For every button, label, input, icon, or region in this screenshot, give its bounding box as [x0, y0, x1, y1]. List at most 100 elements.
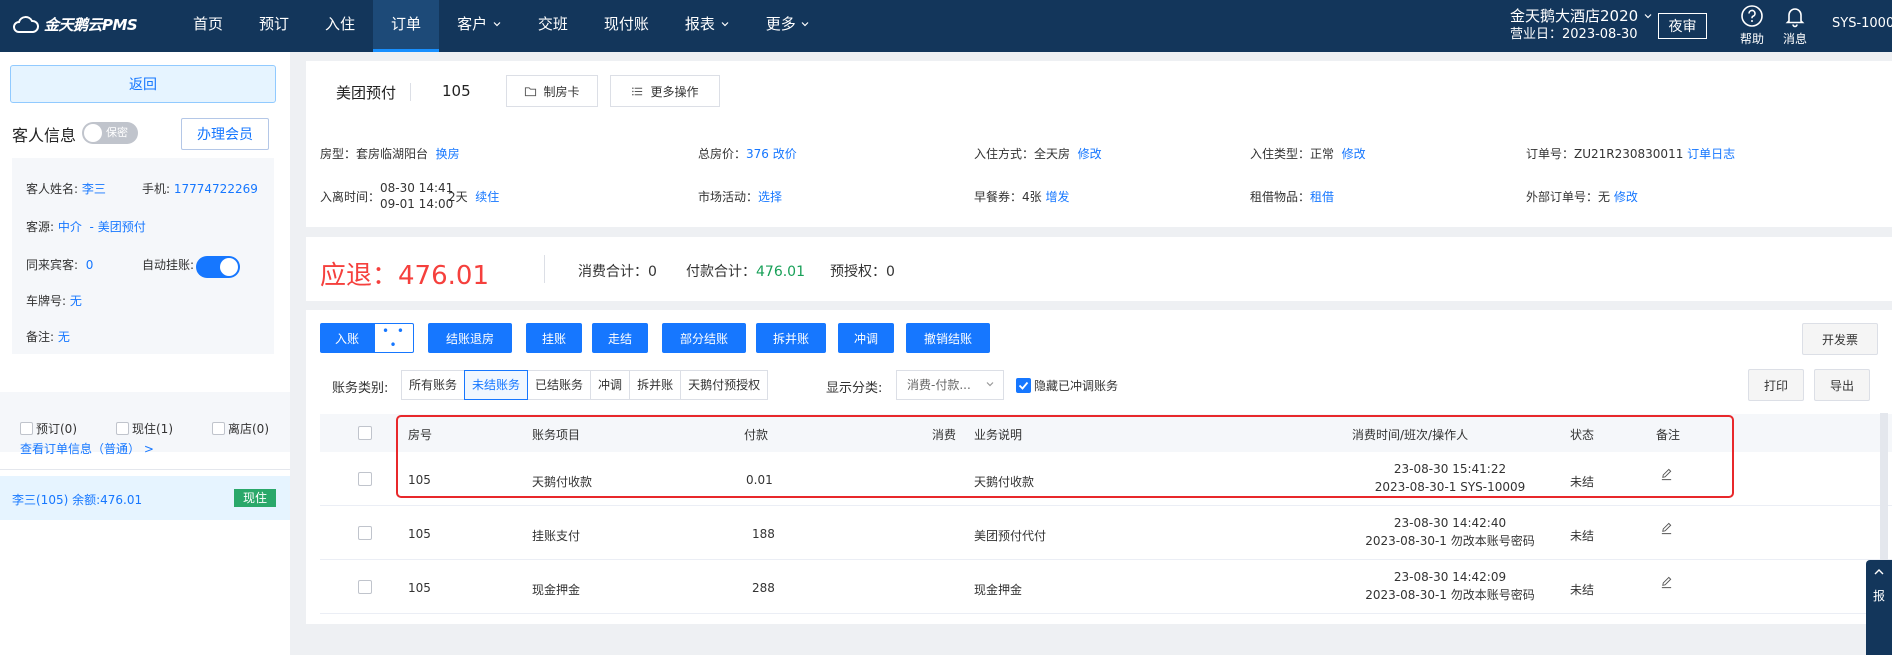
partial-checkout-button[interactable]: 部分结账 [662, 323, 746, 353]
checkin-mode-label: 入住方式： [974, 147, 1035, 161]
more-operations-button[interactable]: 更多操作 [610, 75, 720, 107]
select-all-checkbox[interactable] [358, 426, 372, 440]
category-all[interactable]: 所有账务 [401, 370, 466, 400]
hang-account-button[interactable]: 挂账 [526, 323, 582, 353]
edit-remark-button[interactable] [1660, 522, 1673, 538]
nav-orders-label: 订单 [391, 15, 422, 33]
app-logo-text: 金天鹅云PMS [44, 16, 138, 34]
cell-time: 23-08-30 15:41:22 [1393, 462, 1507, 476]
split-merge-button[interactable]: 拆并账 [756, 323, 826, 353]
cell-description: 美团预付代付 [974, 529, 1047, 543]
messages-button[interactable]: 消息 [1775, 4, 1815, 47]
help-button[interactable]: 帮助 [1732, 4, 1772, 47]
post-more-button[interactable]: • • • [374, 323, 414, 353]
back-button[interactable]: 返回 [10, 65, 276, 103]
edit-remark-button[interactable] [1660, 576, 1673, 592]
nav-shift[interactable]: 交班 [520, 0, 586, 52]
nav-shift-label: 交班 [537, 15, 568, 33]
user-menu[interactable]: SYS-10009 [1832, 16, 1892, 31]
nav-customers[interactable]: 客户 [439, 0, 520, 52]
night-audit-button[interactable]: 夜审 [1658, 13, 1707, 39]
floating-report-panel[interactable]: 报 [1866, 560, 1892, 655]
companion-value[interactable]: 0 [86, 258, 94, 272]
invoice-button[interactable]: 开发票 [1802, 323, 1878, 355]
reverse-button[interactable]: 冲调 [838, 323, 894, 353]
extend-stay-link[interactable]: 续住 [475, 190, 499, 204]
change-room-link[interactable]: 换房 [436, 147, 460, 161]
checkin-type-field: 入住类型：正常 修改 [1250, 145, 1366, 162]
checkbox[interactable] [20, 422, 33, 435]
filter-departed-label: 离店(0) [228, 422, 269, 436]
order-log-link[interactable]: 订单日志 [1687, 147, 1735, 161]
display-category-select[interactable]: 消费-付款... [896, 370, 1004, 400]
make-card-button[interactable]: 制房卡 [506, 75, 598, 107]
nav-checkin[interactable]: 入住 [307, 0, 373, 52]
table-header: 房号 账务项目 付款 消费 业务说明 消费时间/班次/操作人 状态 备注 [320, 414, 1892, 452]
nav-reports[interactable]: 报表 [667, 0, 748, 52]
filter-in-house[interactable]: 现住(1) [116, 420, 173, 437]
cell-shift-operator: 2023-08-30-1 勿改本账号密码 [1365, 534, 1535, 548]
nav-orders[interactable]: 订单 [373, 0, 440, 52]
guest-name-label: 客人姓名: [26, 182, 79, 196]
edit-checkin-mode-link[interactable]: 修改 [1078, 147, 1102, 161]
guest-source-value[interactable]: 中介 [58, 220, 82, 234]
hide-reversed-checkbox[interactable] [1016, 378, 1031, 393]
hotel-selector[interactable]: 金天鹅大酒店2020 [1510, 6, 1653, 26]
view-order-info-link[interactable]: 查看订单信息（普通） > [20, 440, 154, 457]
cancel-checkout-button[interactable]: 撤销结账 [906, 323, 990, 353]
print-button[interactable]: 打印 [1748, 369, 1804, 401]
market-label: 市场活动： [698, 190, 759, 204]
edit-checkin-type-link[interactable]: 修改 [1342, 147, 1366, 161]
more-operations-label: 更多操作 [650, 84, 699, 99]
cell-time-shift: 23-08-30 14:42:40 2023-08-30-1 勿改本账号密码 [1330, 514, 1570, 550]
rent-item-link[interactable]: 租借 [1310, 190, 1334, 204]
nav-cash-account[interactable]: 现付账 [586, 0, 667, 52]
selected-guest-item[interactable]: 李三(105) 余额:476.01 现住 [0, 476, 290, 520]
checkin-type-label: 入住类型： [1250, 147, 1311, 161]
plate-value[interactable]: 无 [70, 294, 82, 308]
membership-button[interactable]: 办理会员 [181, 118, 269, 150]
issue-breakfast-link[interactable]: 增发 [1045, 190, 1069, 204]
secret-toggle[interactable]: 保密 [82, 122, 138, 144]
nav-reservation[interactable]: 预订 [241, 0, 307, 52]
filter-departed[interactable]: 离店(0) [212, 420, 269, 437]
chevron-down-icon [721, 22, 729, 27]
consume-total: 消费合计：0 [578, 261, 657, 281]
export-button[interactable]: 导出 [1814, 369, 1870, 401]
checkout-button[interactable]: 结账退房 [428, 323, 512, 353]
table-row[interactable]: 105 天鹅付收款 0.01 天鹅付收款 23-08-30 15:41:22 2… [320, 452, 1892, 506]
post-charge-button[interactable]: 入账 [320, 323, 374, 353]
auto-charge-switch[interactable] [196, 256, 240, 278]
selected-guest-text: 李三(105) 余额:476.01 [12, 493, 143, 507]
category-preauth[interactable]: 天鹅付预授权 [680, 370, 769, 400]
category-settled[interactable]: 已结账务 [527, 370, 592, 400]
row-checkbox[interactable] [358, 472, 372, 486]
filter-reserved[interactable]: 预订(0) [20, 420, 77, 437]
guest-source-channel[interactable]: 美团预付 [98, 220, 146, 234]
remark-value[interactable]: 无 [58, 330, 70, 344]
app-logo[interactable]: 金天鹅云PMS [12, 14, 138, 35]
cell-shift-operator: 2023-08-30-1 勿改本账号密码 [1365, 588, 1535, 602]
edit-remark-button[interactable] [1660, 468, 1673, 484]
nav-home[interactable]: 首页 [175, 0, 241, 52]
nav-reservation-label: 预订 [259, 15, 290, 33]
nav-more[interactable]: 更多 [748, 0, 829, 52]
hide-reversed-label[interactable]: 隐藏已冲调账务 [1034, 377, 1118, 394]
table-row[interactable]: 105 现金押金 288 现金押金 23-08-30 14:42:09 2023… [320, 560, 1892, 614]
category-split-merge[interactable]: 拆并账 [629, 370, 682, 400]
checkbox[interactable] [116, 422, 129, 435]
guest-phone-label: 手机: [142, 182, 171, 196]
row-checkbox[interactable] [358, 580, 372, 594]
select-market-link[interactable]: 选择 [758, 190, 782, 204]
change-price-link[interactable]: 改价 [773, 147, 797, 161]
walk-checkout-button[interactable]: 走结 [592, 323, 648, 353]
category-reversed[interactable]: 冲调 [590, 370, 631, 400]
guest-phone-value[interactable]: 17774722269 [174, 182, 258, 196]
category-unsettled[interactable]: 未结账务 [464, 370, 529, 400]
auto-charge-label: 自动挂账: [142, 258, 195, 272]
edit-external-order-link[interactable]: 修改 [1614, 190, 1638, 204]
row-checkbox[interactable] [358, 526, 372, 540]
checkbox[interactable] [212, 422, 225, 435]
guest-name-value[interactable]: 李三 [82, 182, 106, 196]
table-row[interactable]: 105 挂账支付 188 美团预付代付 23-08-30 14:42:40 20… [320, 506, 1892, 560]
